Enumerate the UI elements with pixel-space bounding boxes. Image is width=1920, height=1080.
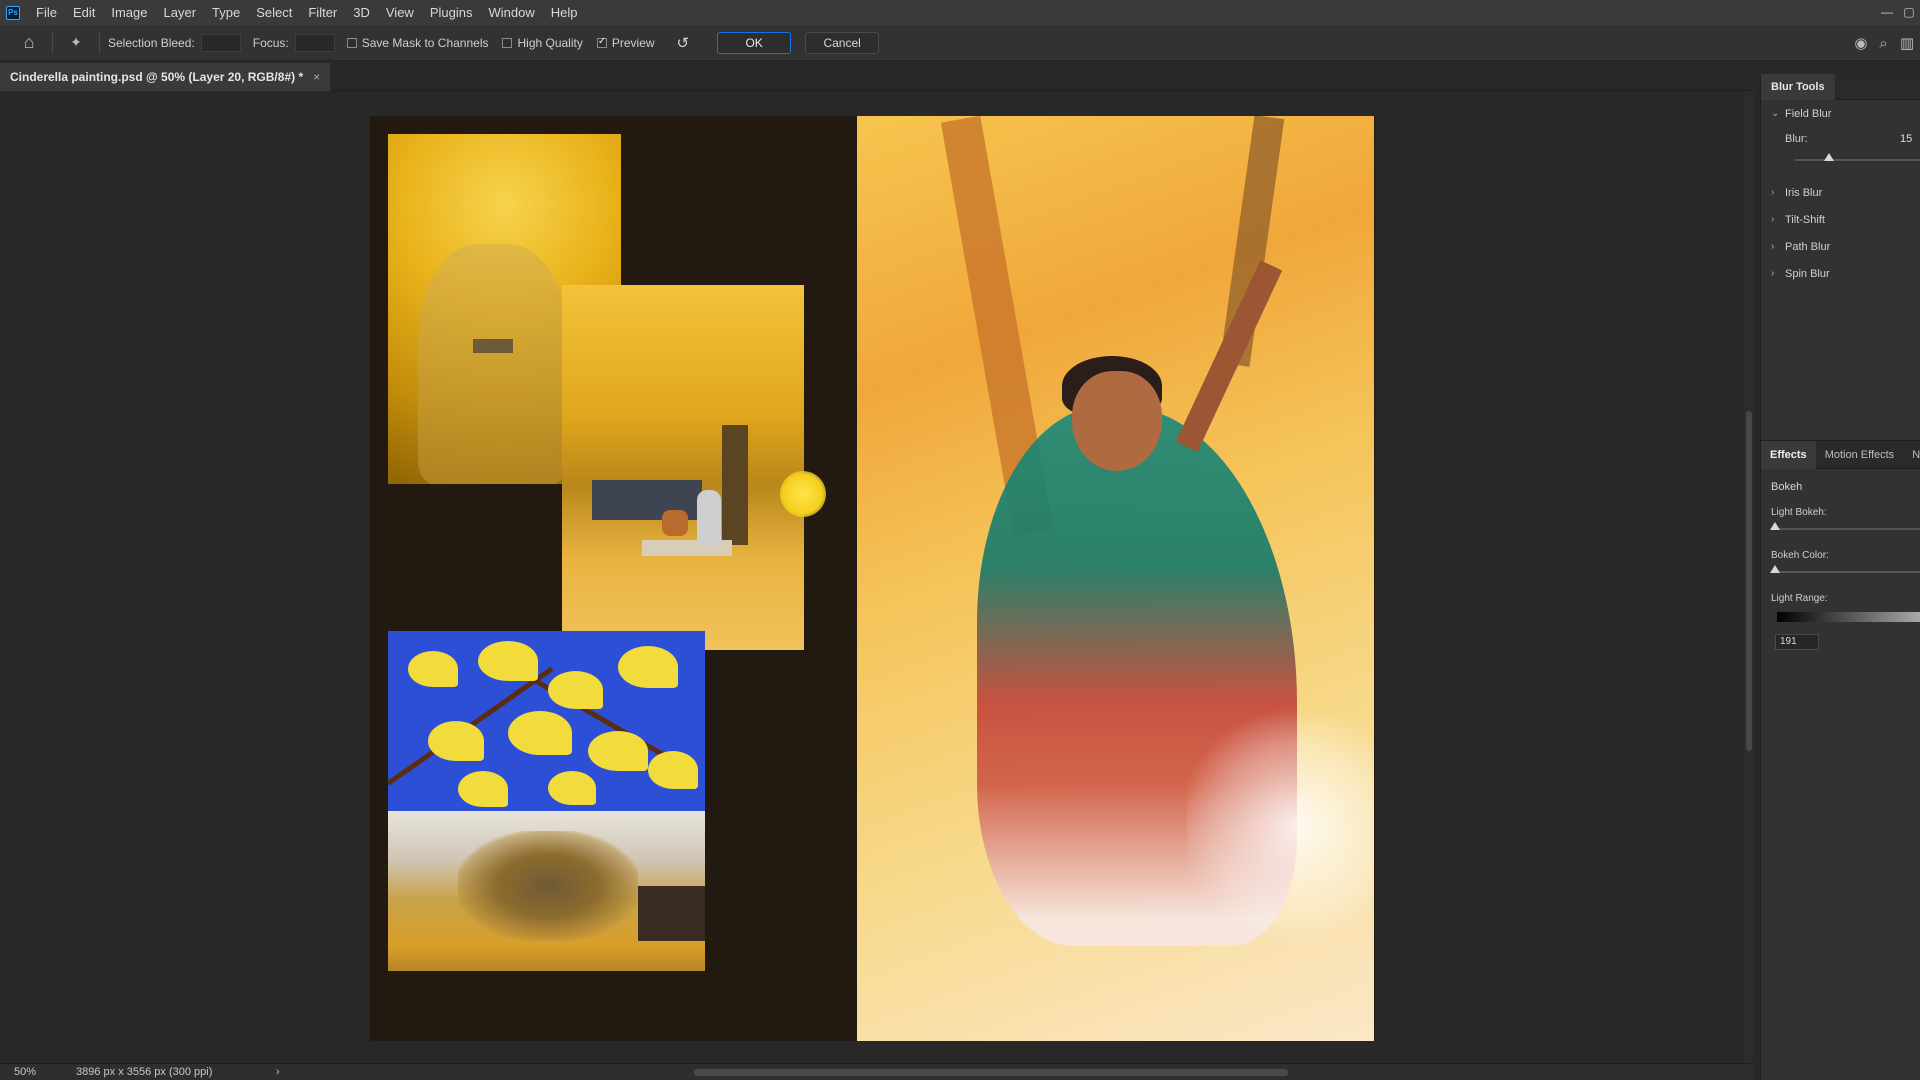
- menu-type[interactable]: Type: [204, 0, 248, 25]
- light-range-gradient[interactable]: [1777, 612, 1920, 622]
- horizontal-scrollbar-thumb[interactable]: [694, 1069, 1288, 1076]
- bokeh-color-thumb[interactable]: [1770, 565, 1780, 573]
- photoshop-logo: Ps: [6, 5, 20, 20]
- menu-bar: Ps File Edit Image Layer Type Select Fil…: [0, 0, 1920, 25]
- blur-value[interactable]: 15: [1900, 133, 1920, 145]
- document-tab-title: Cinderella painting.psd @ 50% (Layer 20,…: [10, 70, 304, 84]
- status-bar: 50% 3896 px x 3556 px (300 ppi) ›: [0, 1063, 1754, 1080]
- reset-icon[interactable]: ↺: [677, 34, 690, 52]
- divider: [99, 31, 100, 54]
- blur-slider-thumb[interactable]: [1824, 153, 1834, 161]
- toolbar-right-icons: ◉ ⌕ ▥: [1854, 25, 1914, 61]
- zoom-level[interactable]: 50%: [0, 1066, 50, 1078]
- window-controls: — ▢: [1876, 0, 1920, 25]
- menu-file[interactable]: File: [28, 0, 65, 25]
- maximize-icon[interactable]: ▢: [1898, 0, 1920, 25]
- bokeh-section-label: Bokeh: [1771, 481, 1803, 493]
- document-tab-bar: Cinderella painting.psd @ 50% (Layer 20,…: [0, 61, 1752, 91]
- blur-label: Blur:: [1785, 133, 1808, 145]
- blur-tools-title[interactable]: Blur Tools: [1761, 73, 1835, 100]
- focus-input[interactable]: [294, 33, 335, 52]
- menu-3d[interactable]: 3D: [345, 0, 378, 25]
- high-quality-label: High Quality: [517, 35, 583, 50]
- tab-effects[interactable]: Effects: [1761, 441, 1816, 469]
- blur-tool-icon[interactable]: ✦: [61, 28, 91, 58]
- divider: [52, 31, 53, 54]
- vertical-scrollbar-thumb[interactable]: [1746, 411, 1752, 751]
- focus-label: Focus:: [252, 35, 289, 50]
- field-blur-label: Field Blur: [1785, 107, 1832, 120]
- menu-edit[interactable]: Edit: [65, 0, 103, 25]
- reference-photo-ginkgo-leaves: [388, 631, 705, 811]
- workspace-icon[interactable]: ▥: [1900, 34, 1914, 52]
- save-mask-checkbox[interactable]: Save Mask to Channels: [346, 35, 489, 50]
- blur-pin-handle[interactable]: [780, 471, 826, 517]
- blur-tools-header: Blur Tools: [1761, 73, 1920, 100]
- horizontal-scrollbar[interactable]: [250, 1066, 1740, 1078]
- chevron-down-icon: ⌄: [1771, 108, 1780, 119]
- light-bokeh-thumb[interactable]: [1770, 522, 1780, 530]
- chevron-right-icon: ›: [1771, 214, 1775, 225]
- menu-select[interactable]: Select: [248, 0, 300, 25]
- high-quality-check-box[interactable]: [502, 37, 513, 48]
- reference-photo-bench-dog: [562, 285, 804, 650]
- menu-filter[interactable]: Filter: [300, 0, 345, 25]
- preview-check-box[interactable]: [596, 36, 607, 48]
- vertical-scrollbar[interactable]: [1744, 91, 1754, 1063]
- close-icon[interactable]: ×: [313, 70, 320, 84]
- effects-panel: Effects Motion Effects No Bokeh Light Bo…: [1760, 440, 1920, 1080]
- preview-label: Preview: [611, 35, 655, 50]
- menu-image[interactable]: Image: [103, 0, 155, 25]
- options-bar: ⌂ ✦ Selection Bleed: Focus: Save Mask to…: [0, 25, 1920, 61]
- tab-noise[interactable]: No: [1903, 441, 1920, 469]
- search-icon[interactable]: ⌕: [1879, 35, 1887, 52]
- light-range-input[interactable]: 191: [1775, 634, 1819, 650]
- menu-help[interactable]: Help: [543, 0, 586, 25]
- bokeh-color-track[interactable]: [1775, 571, 1920, 573]
- blur-slider-row: Blur: 15: [1761, 127, 1920, 179]
- minimize-icon[interactable]: —: [1876, 0, 1898, 25]
- bokeh-color-label: Bokeh Color:: [1771, 550, 1829, 561]
- path-blur-label: Path Blur: [1785, 240, 1831, 253]
- document-size: 3896 px x 3556 px (300 ppi): [76, 1066, 213, 1078]
- iris-blur-label: Iris Blur: [1785, 186, 1823, 199]
- canvas-area[interactable]: [0, 91, 1744, 1063]
- artboard[interactable]: [370, 116, 1375, 1041]
- user-icon[interactable]: ◉: [1854, 34, 1867, 52]
- bokeh-color-slider[interactable]: [1770, 561, 1920, 579]
- light-bokeh-label: Light Bokeh:: [1771, 507, 1827, 518]
- tilt-shift-label: Tilt-Shift: [1785, 213, 1825, 226]
- cinderella-painting: [857, 116, 1374, 1041]
- menu-window[interactable]: Window: [480, 0, 542, 25]
- spin-blur-row[interactable]: › Spin Blur: [1761, 260, 1920, 287]
- tab-motion-effects[interactable]: Motion Effects: [1816, 441, 1904, 469]
- home-icon[interactable]: ⌂: [14, 28, 44, 58]
- light-range-label: Light Range:: [1771, 593, 1828, 604]
- effects-tabs: Effects Motion Effects No: [1761, 441, 1920, 469]
- cancel-button[interactable]: Cancel: [805, 31, 880, 54]
- menu-view[interactable]: View: [378, 0, 422, 25]
- preview-checkbox[interactable]: Preview: [596, 35, 655, 50]
- chevron-right-icon: ›: [1771, 268, 1775, 279]
- spin-blur-label: Spin Blur: [1785, 267, 1830, 280]
- path-blur-row[interactable]: › Path Blur: [1761, 233, 1920, 260]
- chevron-right-icon: ›: [1771, 187, 1775, 198]
- chevron-right-icon: ›: [1771, 241, 1775, 252]
- high-quality-checkbox[interactable]: High Quality: [502, 35, 583, 50]
- selection-bleed-input[interactable]: [200, 33, 241, 52]
- ok-button[interactable]: OK: [717, 31, 792, 54]
- light-bokeh-track[interactable]: [1775, 528, 1920, 530]
- menu-layer[interactable]: Layer: [156, 0, 205, 25]
- save-mask-label: Save Mask to Channels: [361, 35, 489, 50]
- light-bokeh-slider[interactable]: [1770, 518, 1920, 536]
- reference-photo-ginkgo-tree: [388, 811, 705, 971]
- selection-bleed-label: Selection Bleed:: [108, 35, 195, 50]
- menu-plugins[interactable]: Plugins: [422, 0, 481, 25]
- document-tab[interactable]: Cinderella painting.psd @ 50% (Layer 20,…: [0, 63, 331, 91]
- save-mask-check-box[interactable]: [346, 37, 357, 48]
- field-blur-row[interactable]: ⌄ Field Blur: [1761, 100, 1920, 127]
- tilt-shift-row[interactable]: › Tilt-Shift: [1761, 206, 1920, 233]
- iris-blur-row[interactable]: › Iris Blur: [1761, 179, 1920, 206]
- blur-slider-track[interactable]: [1795, 159, 1920, 161]
